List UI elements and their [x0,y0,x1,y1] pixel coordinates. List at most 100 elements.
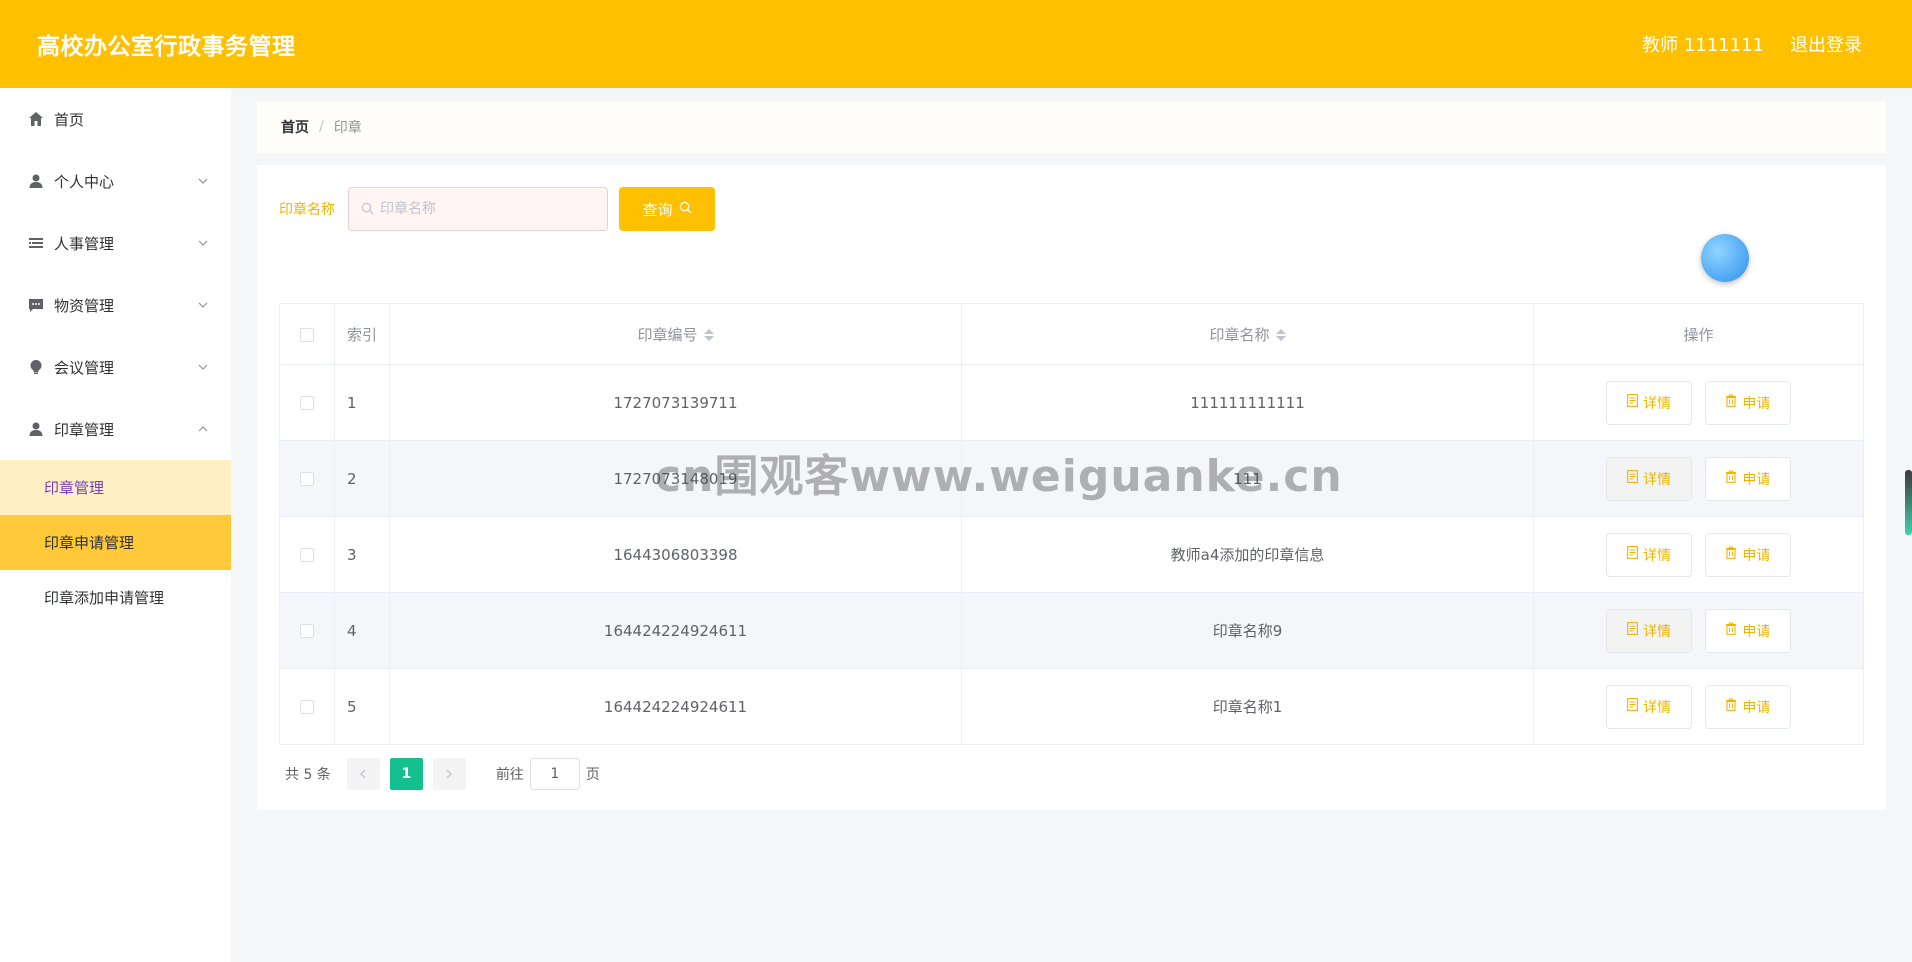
row-checkbox[interactable] [300,624,314,638]
trash-icon [1725,470,1737,487]
user-label: 教师 1111111 [1642,35,1764,56]
table-row: 1 1727073139711 111111111111 详情 申请 [279,364,1864,441]
row-operations: 详情 申请 [1533,592,1864,669]
page-number-current[interactable]: 1 [389,758,423,790]
detail-label: 详情 [1643,699,1672,716]
detail-button[interactable]: 详情 [1606,684,1693,729]
search-row: 印章名称 查询 [279,187,715,231]
seal-table: 索引 印章编号 印章名称 操作 1 1727073139711 11111111… [279,303,1864,745]
chevron-left-icon [359,767,367,782]
detail-label: 详情 [1643,395,1672,412]
logout-link[interactable]: 退出登录 [1790,31,1862,57]
sidebar-item-label: 会议管理 [54,358,115,377]
row-checkbox[interactable] [300,472,314,486]
row-seal-name: 印章名称1 [961,668,1534,745]
query-button[interactable]: 查询 [619,187,715,231]
detail-label: 详情 [1643,471,1672,488]
sidebar-item-personnel[interactable]: 人事管理 [0,212,231,274]
detail-label: 详情 [1643,623,1672,640]
header-right: 教师 1111111 退出登录 [1642,31,1862,57]
chevron-up-icon [197,423,209,435]
detail-button[interactable]: 详情 [1606,608,1693,653]
sidebar-subitem-seal-add-application[interactable]: 印章添加申请管理 [0,570,231,625]
row-index: 3 [334,516,390,593]
row-checkbox-cell [279,364,335,441]
sidebar-item-label: 个人中心 [54,172,115,191]
apply-button[interactable]: 申请 [1704,608,1791,653]
search-label: 印章名称 [279,202,335,218]
content-card: 印章名称 查询 索引 印章编号 印章名称 [257,165,1886,810]
row-index: 2 [334,440,390,517]
pagination-total: 共 5 条 [285,767,331,783]
apply-button[interactable]: 申请 [1704,532,1791,577]
search-icon [679,200,692,218]
row-operations: 详情 申请 [1533,516,1864,593]
user-icon [26,419,46,439]
home-icon [26,109,46,129]
top-header: 高校办公室行政事务管理 教师 1111111 退出登录 [0,0,1912,88]
document-icon [1627,622,1639,639]
row-index: 1 [334,364,390,441]
apply-button[interactable]: 申请 [1704,684,1791,729]
sidebar-item-home[interactable]: 首页 [0,88,231,150]
header-seal-name[interactable]: 印章名称 [961,303,1534,365]
search-input[interactable] [380,201,595,217]
sort-icon[interactable] [703,329,714,341]
apply-label: 申请 [1742,547,1771,564]
row-index: 4 [334,592,390,669]
user-icon [26,171,46,191]
sidebar-subitem-seal-management[interactable]: 印章管理 [0,460,231,515]
sidebar-item-personal-center[interactable]: 个人中心 [0,150,231,212]
sidebar-item-materials[interactable]: 物资管理 [0,274,231,336]
document-icon [1627,394,1639,411]
prev-page-button[interactable] [346,758,380,790]
next-page-button[interactable] [432,758,466,790]
goto-suffix: 页 [585,767,600,783]
trash-icon [1725,394,1737,411]
row-operations: 详情 申请 [1533,668,1864,745]
trash-icon [1725,622,1737,639]
header-seal-number[interactable]: 印章编号 [389,303,962,365]
goto-label: 前往 [495,767,524,783]
sidebar-item-seals[interactable]: 印章管理 [0,398,231,460]
chevron-down-icon [197,237,209,249]
sort-icon[interactable] [1275,329,1286,341]
detail-button[interactable]: 详情 [1606,380,1693,425]
document-icon [1627,470,1639,487]
select-all-checkbox[interactable] [300,327,314,342]
row-checkbox[interactable] [300,700,314,714]
row-seal-name: 印章名称9 [961,592,1534,669]
header-operations: 操作 [1533,303,1864,365]
breadcrumb-home[interactable]: 首页 [281,117,309,137]
floating-assistant-icon[interactable] [1701,234,1749,282]
table-row: 5 164424224924611 印章名称1 详情 申请 [279,668,1864,745]
table-row: 2 1727073148019 111 详情 申请 [279,440,1864,517]
row-checkbox-cell [279,440,335,517]
table-header-row: 索引 印章编号 印章名称 操作 [279,303,1864,365]
apply-label: 申请 [1742,395,1771,412]
row-checkbox[interactable] [300,396,314,410]
chat-icon [26,295,46,315]
row-checkbox-cell [279,592,335,669]
sidebar-item-label: 首页 [54,110,85,129]
chevron-right-icon [445,767,453,782]
chevron-down-icon [197,299,209,311]
apply-button[interactable]: 申请 [1704,456,1791,501]
apply-button[interactable]: 申请 [1704,380,1791,425]
app-title: 高校办公室行政事务管理 [37,34,296,60]
breadcrumb: 首页 / 印章 [257,101,1886,153]
header-label: 印章名称 [1209,325,1270,344]
sidebar-subitem-seal-application[interactable]: 印章申请管理 [0,515,231,570]
row-seal-name: 111111111111 [961,364,1534,441]
apply-label: 申请 [1742,471,1771,488]
sidebar-item-label: 印章管理 [54,420,115,439]
side-scroll-handle[interactable] [1905,470,1912,535]
row-checkbox[interactable] [300,548,314,562]
sidebar-item-meetings[interactable]: 会议管理 [0,336,231,398]
document-icon [1627,698,1639,715]
list-icon [26,233,46,253]
row-seal-number: 1727073139711 [389,364,962,441]
detail-button[interactable]: 详情 [1606,456,1693,501]
goto-page-input[interactable] [529,758,580,790]
detail-button[interactable]: 详情 [1606,532,1693,577]
